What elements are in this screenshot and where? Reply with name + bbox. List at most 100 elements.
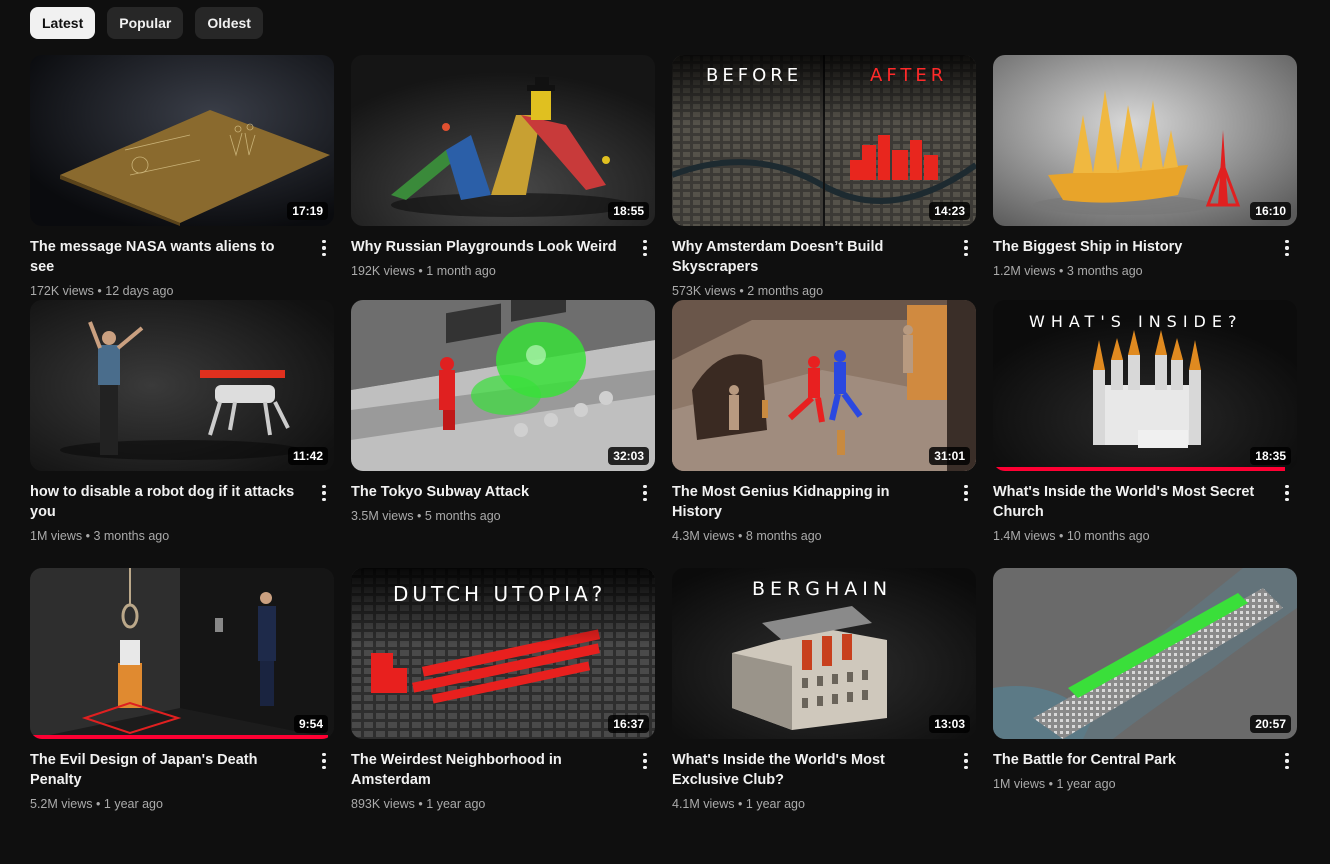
separator-dot: • xyxy=(739,284,744,298)
more-actions-icon[interactable] xyxy=(960,238,972,258)
video-stats: 573K views • 2 months ago xyxy=(672,282,940,300)
video-title[interactable]: The Battle for Central Park xyxy=(993,750,1261,770)
video-card[interactable]: 9:54 The Evil Design of Japan's Death Pe… xyxy=(30,568,334,838)
view-count: 1.2M views xyxy=(993,264,1056,278)
video-thumbnail[interactable]: BERGHAIN 13:03 xyxy=(672,568,976,739)
separator-dot: • xyxy=(738,797,743,811)
video-thumbnail[interactable]: 17:19 xyxy=(30,55,334,226)
separator-dot: • xyxy=(1048,777,1053,791)
view-count: 172K views xyxy=(30,284,94,298)
separator-dot: • xyxy=(97,284,102,298)
central-park-map-thumbnail xyxy=(993,568,1297,739)
separator-dot: • xyxy=(418,264,423,278)
video-card[interactable]: 16:10 The Biggest Ship in History 1.2M v… xyxy=(993,55,1297,300)
view-count: 1M views xyxy=(993,777,1046,791)
more-actions-icon[interactable] xyxy=(639,483,651,503)
video-stats: 1M views • 3 months ago xyxy=(30,527,298,545)
video-card[interactable]: 17:19 The message NASA wants aliens to s… xyxy=(30,55,334,300)
separator-dot: • xyxy=(1059,529,1064,543)
video-card[interactable]: 11:42 how to disable a robot dog if it a… xyxy=(30,300,334,568)
upload-age: 5 months ago xyxy=(424,509,501,523)
video-title[interactable]: how to disable a robot dog if it attacks… xyxy=(30,482,298,522)
upload-age: 1 year ago xyxy=(1056,777,1116,791)
video-thumbnail[interactable]: 31:01 xyxy=(672,300,976,471)
video-duration: 16:37 xyxy=(608,715,649,733)
upload-age: 10 months ago xyxy=(1066,529,1150,543)
video-card[interactable]: 20:57 The Battle for Central Park 1M vie… xyxy=(993,568,1297,838)
video-duration: 9:54 xyxy=(293,715,328,733)
upload-age: 3 months ago xyxy=(1066,264,1143,278)
thumbnail-overlay-after: AFTER xyxy=(870,65,948,86)
video-title[interactable]: What's Inside the World's Most Secret Ch… xyxy=(993,482,1261,522)
upload-age: 1 year ago xyxy=(103,797,163,811)
more-actions-icon[interactable] xyxy=(318,483,330,503)
more-actions-icon[interactable] xyxy=(960,483,972,503)
more-actions-icon[interactable] xyxy=(1281,751,1293,771)
filter-chip-popular[interactable]: Popular xyxy=(107,7,184,39)
golden-ship-thumbnail xyxy=(993,55,1297,226)
more-actions-icon[interactable] xyxy=(639,751,651,771)
video-grid: 17:19 The message NASA wants aliens to s… xyxy=(30,55,1297,838)
video-title[interactable]: The message NASA wants aliens to see xyxy=(30,237,298,277)
more-actions-icon[interactable] xyxy=(960,751,972,771)
separator-dot: • xyxy=(1059,264,1064,278)
separator-dot: • xyxy=(738,529,743,543)
video-card[interactable]: 18:55 Why Russian Playgrounds Look Weird… xyxy=(351,55,655,300)
view-count: 192K views xyxy=(351,264,415,278)
video-title[interactable]: Why Amsterdam Doesn’t Build Skyscrapers xyxy=(672,237,940,277)
video-stats: 4.3M views • 8 months ago xyxy=(672,527,940,545)
video-card[interactable]: WHAT'S INSIDE? 18:35 What's Inside the W… xyxy=(993,300,1297,568)
video-thumbnail[interactable]: 18:55 xyxy=(351,55,655,226)
video-thumbnail[interactable]: 32:03 xyxy=(351,300,655,471)
video-title[interactable]: Why Russian Playgrounds Look Weird xyxy=(351,237,619,257)
video-duration: 14:23 xyxy=(929,202,970,220)
filter-chip-oldest[interactable]: Oldest xyxy=(195,7,263,39)
video-title[interactable]: The Weirdest Neighborhood in Amsterdam xyxy=(351,750,619,790)
video-duration: 18:55 xyxy=(608,202,649,220)
video-duration: 11:42 xyxy=(287,447,328,465)
more-actions-icon[interactable] xyxy=(1281,238,1293,258)
upload-age: 1 year ago xyxy=(745,797,805,811)
upload-age: 2 months ago xyxy=(747,284,824,298)
video-thumbnail[interactable]: BEFORE AFTER 14:23 xyxy=(672,55,976,226)
view-count: 893K views xyxy=(351,797,415,811)
video-title[interactable]: The Biggest Ship in History xyxy=(993,237,1261,257)
video-thumbnail[interactable]: DUTCH UTOPIA? 16:37 xyxy=(351,568,655,739)
more-actions-icon[interactable] xyxy=(1281,483,1293,503)
video-card[interactable]: DUTCH UTOPIA? 16:37 The Weirdest Neighbo… xyxy=(351,568,655,838)
video-card[interactable]: BERGHAIN 13:03 What's Inside the World's… xyxy=(672,568,976,838)
more-actions-icon[interactable] xyxy=(318,751,330,771)
video-duration: 18:35 xyxy=(1250,447,1291,465)
video-duration: 16:10 xyxy=(1250,202,1291,220)
video-card[interactable]: 32:03 The Tokyo Subway Attack 3.5M views… xyxy=(351,300,655,568)
separator-dot: • xyxy=(96,797,101,811)
video-thumbnail[interactable]: WHAT'S INSIDE? 18:35 xyxy=(993,300,1297,471)
robot-dog-thumbnail xyxy=(30,300,334,471)
separator-dot: • xyxy=(418,797,423,811)
video-title[interactable]: The Most Genius Kidnapping in History xyxy=(672,482,940,522)
filter-chip-latest[interactable]: Latest xyxy=(30,7,96,39)
more-actions-icon[interactable] xyxy=(318,238,330,258)
filter-chips: Latest Popular Oldest xyxy=(30,7,263,39)
video-duration: 31:01 xyxy=(929,447,970,465)
video-thumbnail[interactable]: 11:42 xyxy=(30,300,334,471)
view-count: 1.4M views xyxy=(993,529,1056,543)
video-duration: 17:19 xyxy=(287,202,328,220)
upload-age: 12 days ago xyxy=(105,284,174,298)
video-card[interactable]: BEFORE AFTER 14:23 Why Amsterdam Doesn’t… xyxy=(672,55,976,300)
video-title[interactable]: What's Inside the World's Most Exclusive… xyxy=(672,750,940,790)
video-thumbnail[interactable]: 16:10 xyxy=(993,55,1297,226)
view-count: 4.1M views xyxy=(672,797,735,811)
video-stats: 3.5M views • 5 months ago xyxy=(351,507,619,525)
video-thumbnail[interactable]: 9:54 xyxy=(30,568,334,739)
video-duration: 20:57 xyxy=(1250,715,1291,733)
video-stats: 893K views • 1 year ago xyxy=(351,795,619,813)
view-count: 1M views xyxy=(30,529,83,543)
video-card[interactable]: 31:01 The Most Genius Kidnapping in Hist… xyxy=(672,300,976,568)
gallows-thumbnail xyxy=(30,568,334,739)
video-title[interactable]: The Evil Design of Japan's Death Penalty xyxy=(30,750,298,790)
video-title[interactable]: The Tokyo Subway Attack xyxy=(351,482,619,502)
separator-dot: • xyxy=(417,509,422,523)
more-actions-icon[interactable] xyxy=(639,238,651,258)
video-thumbnail[interactable]: 20:57 xyxy=(993,568,1297,739)
